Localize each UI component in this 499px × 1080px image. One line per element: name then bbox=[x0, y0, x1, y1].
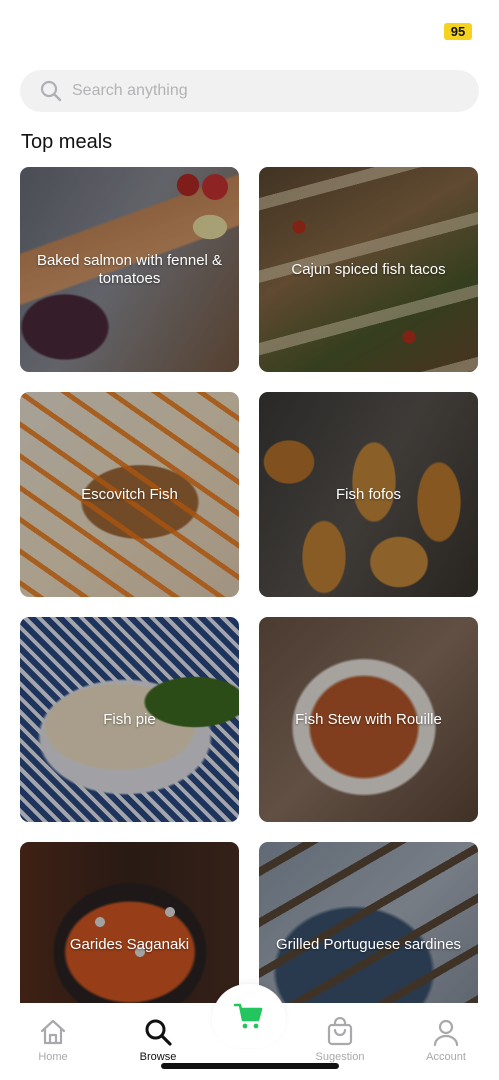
meal-card[interactable]: Garides Saganaki bbox=[20, 842, 239, 1003]
meal-card[interactable]: Fish pie bbox=[20, 617, 239, 822]
meal-title: Cajun spiced fish tacos bbox=[291, 260, 446, 278]
search-input[interactable] bbox=[72, 70, 462, 112]
home-icon bbox=[13, 1017, 93, 1047]
search-bar[interactable] bbox=[20, 70, 479, 112]
cart-button[interactable] bbox=[212, 984, 286, 1048]
meal-title: Baked salmon with fennel & tomatoes bbox=[36, 251, 223, 287]
nav-label: Account bbox=[426, 1051, 466, 1063]
nav-label: Sugestion bbox=[315, 1051, 365, 1063]
meal-card[interactable]: Escovitch Fish bbox=[20, 392, 239, 597]
user-icon bbox=[406, 1017, 486, 1047]
home-indicator bbox=[161, 1063, 339, 1069]
section-title: Top meals bbox=[21, 131, 113, 153]
meal-title: Garides Saganaki bbox=[69, 935, 190, 953]
nav-home[interactable]: Home bbox=[13, 1017, 93, 1073]
nav-label: Home bbox=[38, 1051, 68, 1063]
meal-card[interactable]: Grilled Portuguese sardines bbox=[259, 842, 478, 1003]
status-badge: 95 bbox=[444, 23, 472, 40]
meal-title: Fish pie bbox=[103, 710, 156, 728]
meals-grid: Baked salmon with fennel & tomatoes Caju… bbox=[20, 167, 480, 1003]
meal-title: Fish fofos bbox=[335, 485, 402, 503]
search-icon bbox=[118, 1017, 198, 1047]
shopping-bag-icon bbox=[300, 1017, 380, 1047]
meal-title: Grilled Portuguese sardines bbox=[275, 935, 462, 953]
search-icon bbox=[40, 80, 62, 102]
meal-title: Fish Stew with Rouille bbox=[295, 710, 442, 728]
meal-title: Escovitch Fish bbox=[81, 485, 178, 503]
meal-card[interactable]: Cajun spiced fish tacos bbox=[259, 167, 478, 372]
meal-card[interactable]: Fish Stew with Rouille bbox=[259, 617, 478, 822]
meal-card[interactable]: Fish fofos bbox=[259, 392, 478, 597]
nav-account[interactable]: Account bbox=[406, 1017, 486, 1073]
meal-card[interactable]: Baked salmon with fennel & tomatoes bbox=[20, 167, 239, 372]
nav-label: Browse bbox=[139, 1051, 177, 1063]
